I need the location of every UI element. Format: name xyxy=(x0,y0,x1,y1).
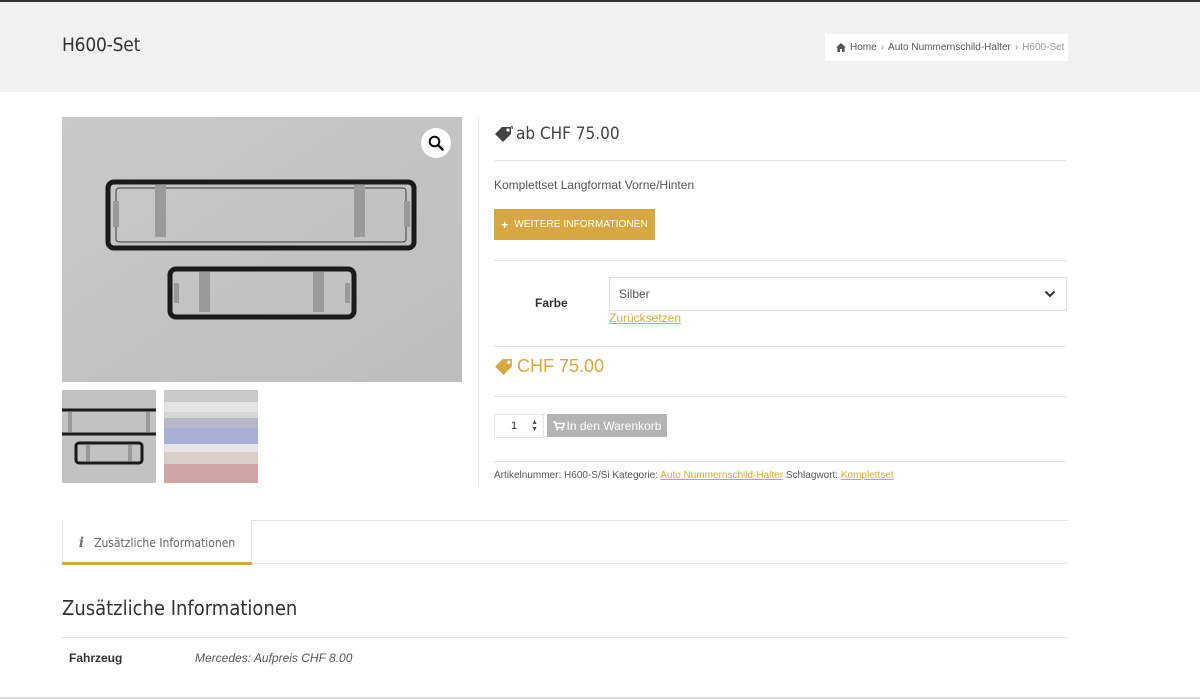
divider xyxy=(494,260,1067,261)
divider xyxy=(494,346,1067,347)
product-thumbnail[interactable] xyxy=(62,390,156,483)
tag-link[interactable]: Komplettset xyxy=(841,470,894,481)
color-select[interactable]: Silber xyxy=(609,277,1067,311)
variation-price: CHF 75.00 xyxy=(494,356,604,377)
column-divider xyxy=(478,117,479,487)
quantity-stepper[interactable]: 1 ▲ ▼ xyxy=(494,414,544,438)
breadcrumb-home-link[interactable]: Home xyxy=(850,42,877,53)
magnifier-icon xyxy=(428,135,444,151)
product-main-image[interactable] xyxy=(62,117,462,382)
category-link[interactable]: Auto Nummernschild-Halter xyxy=(660,470,783,481)
chevron-down-icon xyxy=(1044,290,1056,298)
short-description: Komplettset Langformat Vorne/Hinten xyxy=(494,178,695,192)
price-range-text: ab CHF 75.00 xyxy=(516,124,620,144)
variation-label: Farbe xyxy=(535,296,568,310)
price-tag-icon xyxy=(495,125,513,142)
table-divider xyxy=(62,637,1068,638)
price-range: ab CHF 75.00 xyxy=(494,124,620,144)
breadcrumb-category-link[interactable]: Auto Nummernschild-Halter xyxy=(888,42,1011,53)
more-info-button[interactable]: + WEITERE INFORMATIONEN xyxy=(494,209,655,240)
tab-additional-information[interactable]: i Zusätzliche Informationen xyxy=(62,520,252,565)
section-title: Zusätzliche Informationen xyxy=(62,596,298,620)
breadcrumb-separator: › xyxy=(1014,42,1019,53)
add-to-cart-label: In den Warenkorb xyxy=(566,418,662,433)
page-title: H600-Set xyxy=(62,34,141,56)
sku-label: Artikelnummer: xyxy=(494,470,562,481)
tab-label: Zusätzliche Informationen xyxy=(94,535,236,550)
color-select-value: Silber xyxy=(619,287,650,301)
quantity-value: 1 xyxy=(511,420,518,432)
breadcrumb-separator: › xyxy=(880,42,885,53)
cart-icon xyxy=(552,420,565,431)
more-info-label: WEITERE INFORMATIONEN xyxy=(514,219,648,230)
add-to-cart-button[interactable]: In den Warenkorb xyxy=(547,414,667,437)
home-icon xyxy=(836,43,846,52)
spinner-arrows-icon[interactable]: ▲ ▼ xyxy=(531,419,538,433)
category-label: Kategorie: xyxy=(612,470,658,481)
product-meta: Artikelnummer: H600-S/Si Kategorie: Auto… xyxy=(494,470,894,481)
product-thumbnail[interactable] xyxy=(164,390,258,483)
attribute-name: Fahrzeug xyxy=(69,651,123,665)
price-tag-icon xyxy=(495,358,512,375)
attribute-value: Mercedes: Aufpreis CHF 8.00 xyxy=(195,651,353,665)
info-icon: i xyxy=(78,534,85,551)
tag-label: Schlagwort: xyxy=(785,470,839,481)
plus-icon: + xyxy=(501,217,509,232)
reset-variations-link[interactable]: Zurücksetzen xyxy=(609,311,681,325)
variation-price-text: CHF 75.00 xyxy=(517,356,605,376)
divider xyxy=(494,396,1067,397)
sku-value: H600-S/Si xyxy=(564,470,610,481)
zoom-button[interactable] xyxy=(421,128,451,158)
breadcrumb-current: H600-Set xyxy=(1022,42,1065,53)
active-tab-indicator xyxy=(62,562,252,565)
breadcrumb: Home › Auto Nummernschild-Halter › H600-… xyxy=(825,34,1068,61)
divider xyxy=(494,160,1067,161)
divider xyxy=(494,461,1067,462)
